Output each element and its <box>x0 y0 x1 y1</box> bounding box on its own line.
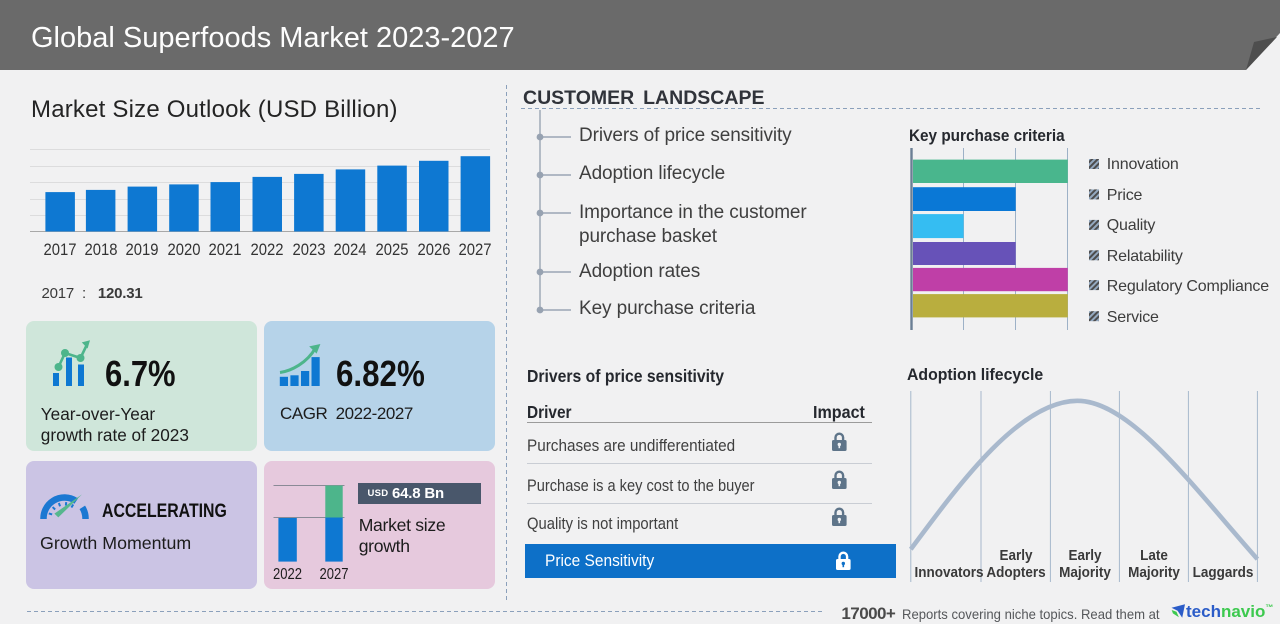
svg-text:2022: 2022 <box>273 566 302 583</box>
svg-text:2021: 2021 <box>209 240 242 259</box>
svg-text:2018: 2018 <box>85 240 118 259</box>
svg-text:2022: 2022 <box>251 240 284 259</box>
svg-text:2017: 2017 <box>44 240 77 259</box>
svg-text:2020: 2020 <box>168 240 201 259</box>
svg-text:2019: 2019 <box>126 240 159 259</box>
svg-text:2027: 2027 <box>320 566 349 583</box>
svg-text:2027: 2027 <box>459 240 492 259</box>
svg-text:2025: 2025 <box>376 240 409 259</box>
svg-text:2023: 2023 <box>293 240 326 259</box>
svg-text:2024: 2024 <box>334 240 367 259</box>
svg-text:2026: 2026 <box>418 240 451 259</box>
